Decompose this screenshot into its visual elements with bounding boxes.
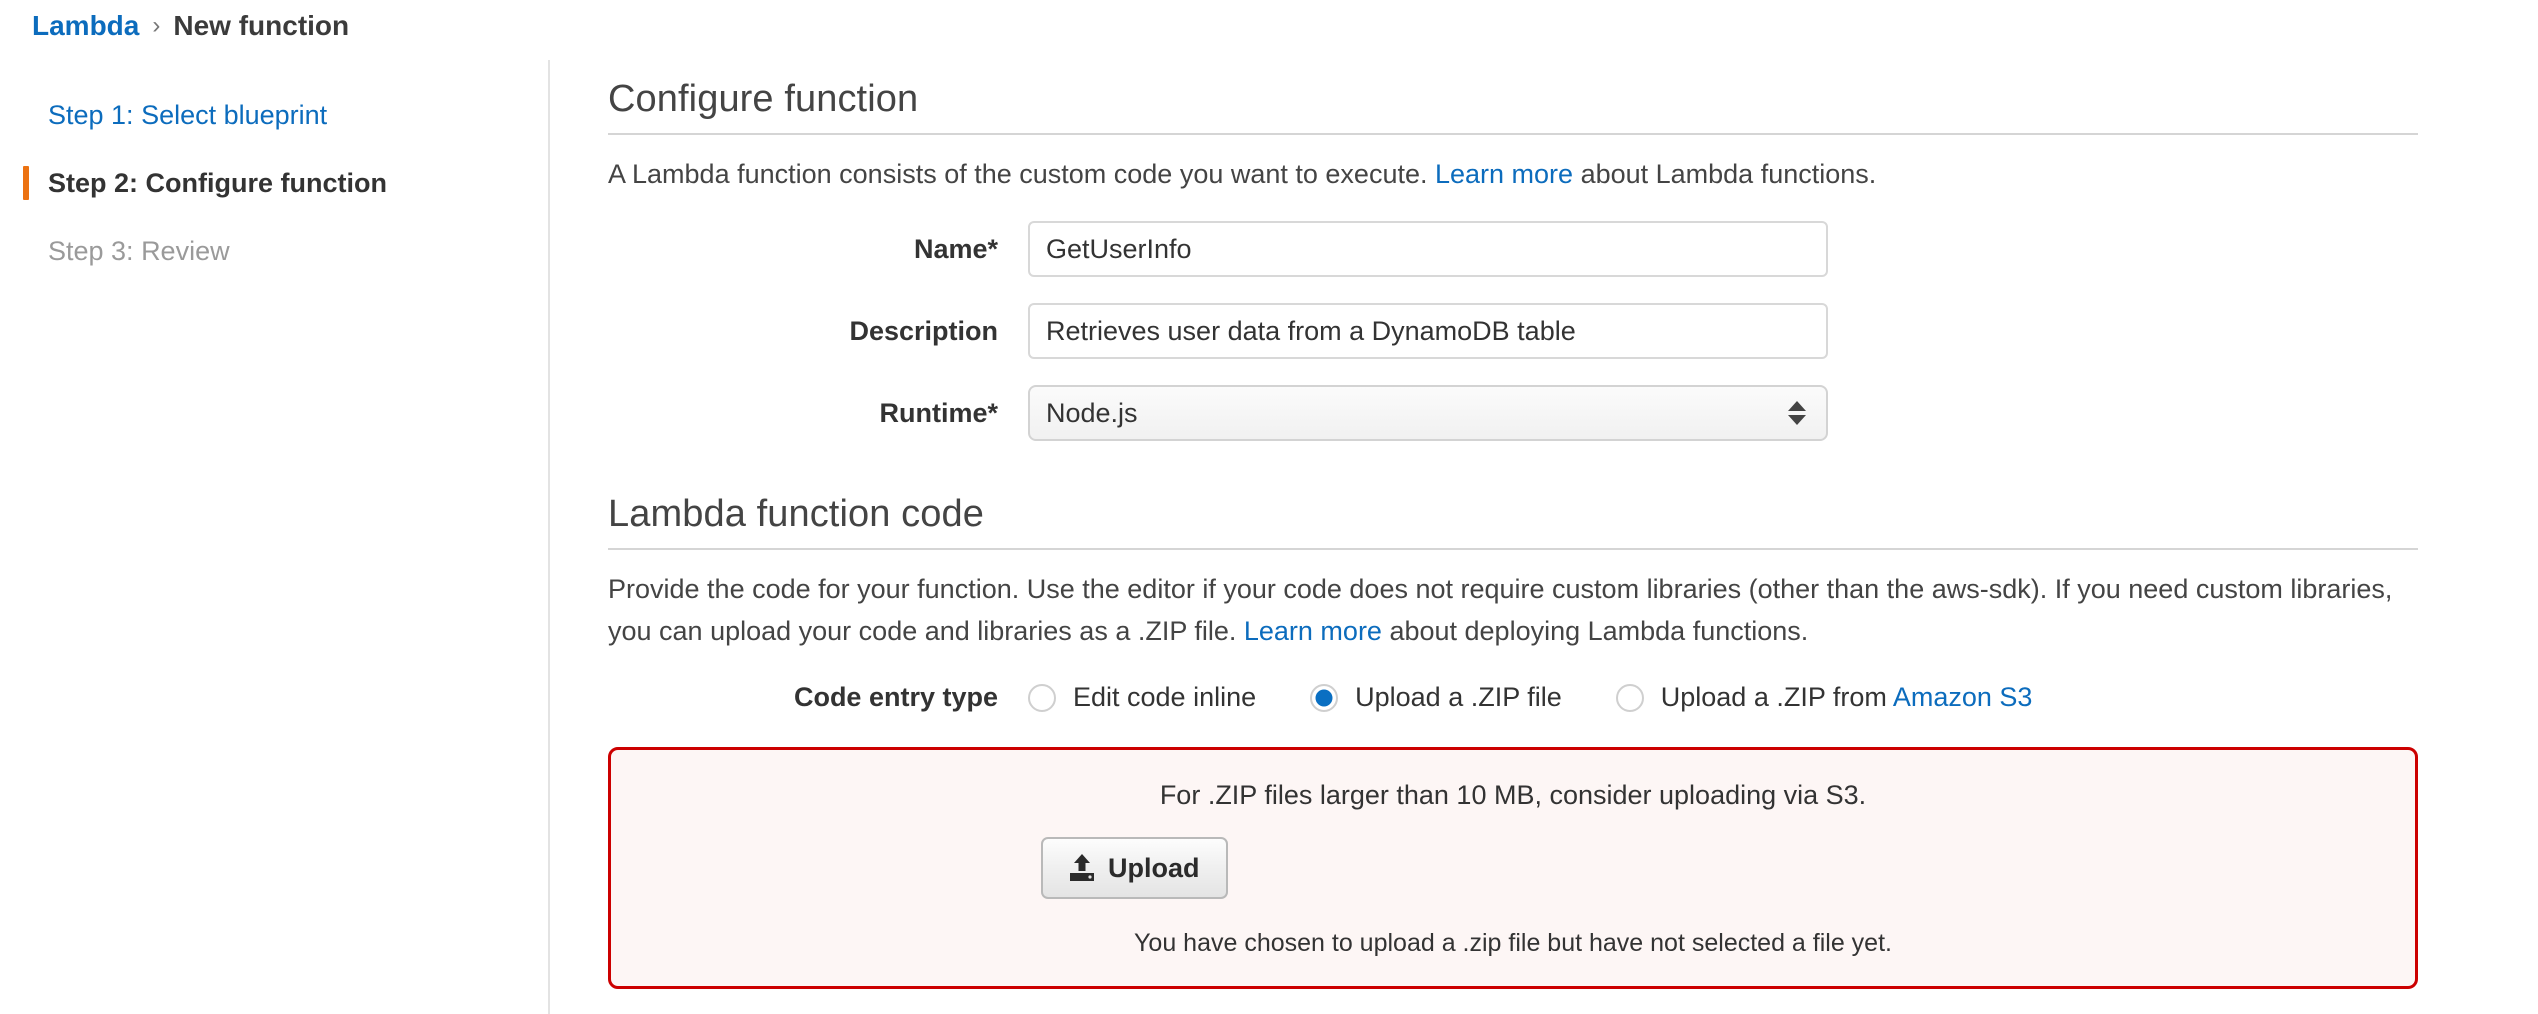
amazon-s3-link[interactable]: Amazon S3 [1893,682,2033,712]
code-entry-type-radio-group: Edit code inline Upload a .ZIP file Uplo… [1028,682,2032,713]
upload-button[interactable]: Upload [1041,837,1228,899]
radio-upload-zip-file[interactable]: Upload a .ZIP file [1310,682,1562,713]
radio-circle-icon [1028,684,1056,712]
form-row-code-entry-type: Code entry type Edit code inline Upload … [608,682,2418,713]
sidebar-step-configure-function[interactable]: Step 2: Configure function [0,149,548,217]
learn-more-link-deploying[interactable]: Learn more [1244,616,1382,646]
sidebar-step-label: Step 2: Configure function [48,170,387,197]
page-layout: Step 1: Select blueprint Step 2: Configu… [0,60,2538,1014]
sidebar-step-label: Step 3: Review [48,238,230,265]
upload-hint-text: For .ZIP files larger than 10 MB, consid… [611,780,2415,811]
radio-circle-selected-icon [1310,684,1338,712]
sidebar-step-review[interactable]: Step 3: Review [0,217,548,285]
runtime-select-wrapper: Node.js [1028,385,1828,441]
code-section-title: Lambda function code [608,441,2418,548]
form-row-name: Name* [608,221,2418,277]
runtime-label: Runtime* [608,398,1028,429]
radio-circle-icon [1616,684,1644,712]
runtime-selected-value: Node.js [1046,398,1138,429]
radio-label: Edit code inline [1073,682,1256,713]
configure-description: A Lambda function consists of the custom… [608,153,2418,195]
step-active-marker [23,166,29,200]
description-label: Description [608,316,1028,347]
runtime-select[interactable]: Node.js [1028,385,1828,441]
code-description: Provide the code for your function. Use … [608,568,2418,652]
wizard-sidebar: Step 1: Select blueprint Step 2: Configu… [0,60,550,1014]
upload-status-note: You have chosen to upload a .zip file bu… [611,929,2415,958]
section-divider [608,548,2418,550]
page-title: Configure function [608,60,2418,133]
sidebar-step-select-blueprint[interactable]: Step 1: Select blueprint [0,81,548,149]
section-divider [608,133,2418,135]
upload-button-wrapper: Upload [611,837,2415,899]
breadcrumb-current: New function [173,10,349,42]
configure-description-text-tail: about Lambda functions. [1573,159,1876,189]
name-label: Name* [608,234,1028,265]
content-column: Configure function A Lambda function con… [608,60,2418,989]
radio-label: Upload a .ZIP from Amazon S3 [1661,682,2033,713]
radio-label: Upload a .ZIP file [1355,682,1562,713]
radio-label-text: Upload a .ZIP from [1661,682,1893,712]
form-row-runtime: Runtime* Node.js [608,385,2418,441]
configure-description-text: A Lambda function consists of the custom… [608,159,1435,189]
name-input[interactable] [1028,221,1828,277]
upload-button-label: Upload [1108,853,1200,884]
description-input[interactable] [1028,303,1828,359]
upload-hard-drive-icon [1069,854,1095,882]
breadcrumb-separator-icon: › [152,12,160,40]
breadcrumb: Lambda › New function [32,10,349,42]
upload-error-panel: For .ZIP files larger than 10 MB, consid… [608,747,2418,989]
radio-edit-code-inline[interactable]: Edit code inline [1028,682,1256,713]
sidebar-step-label: Step 1: Select blueprint [48,102,327,129]
code-description-text-tail: about deploying Lambda functions. [1382,616,1808,646]
learn-more-link-functions[interactable]: Learn more [1435,159,1573,189]
form-row-description: Description [608,303,2418,359]
main-content: Configure function A Lambda function con… [550,60,2538,1014]
breadcrumb-link-lambda[interactable]: Lambda [32,10,139,42]
code-entry-type-label: Code entry type [608,682,1028,713]
radio-upload-zip-from-s3[interactable]: Upload a .ZIP from Amazon S3 [1616,682,2033,713]
